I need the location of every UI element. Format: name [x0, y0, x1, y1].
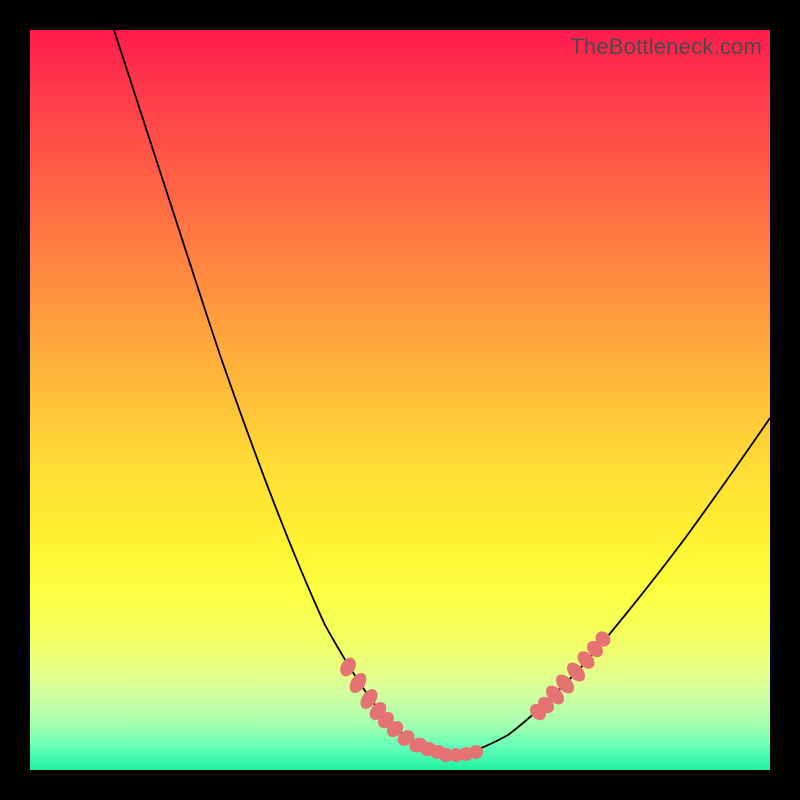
bottleneck-curve-svg	[30, 30, 770, 770]
chart-plot-area: TheBottleneck.com	[30, 30, 770, 770]
curve-path	[114, 30, 770, 755]
markers-right	[527, 628, 614, 723]
markers-left	[337, 655, 447, 760]
watermark-text: TheBottleneck.com	[570, 34, 762, 60]
markers-bottom	[439, 745, 483, 762]
